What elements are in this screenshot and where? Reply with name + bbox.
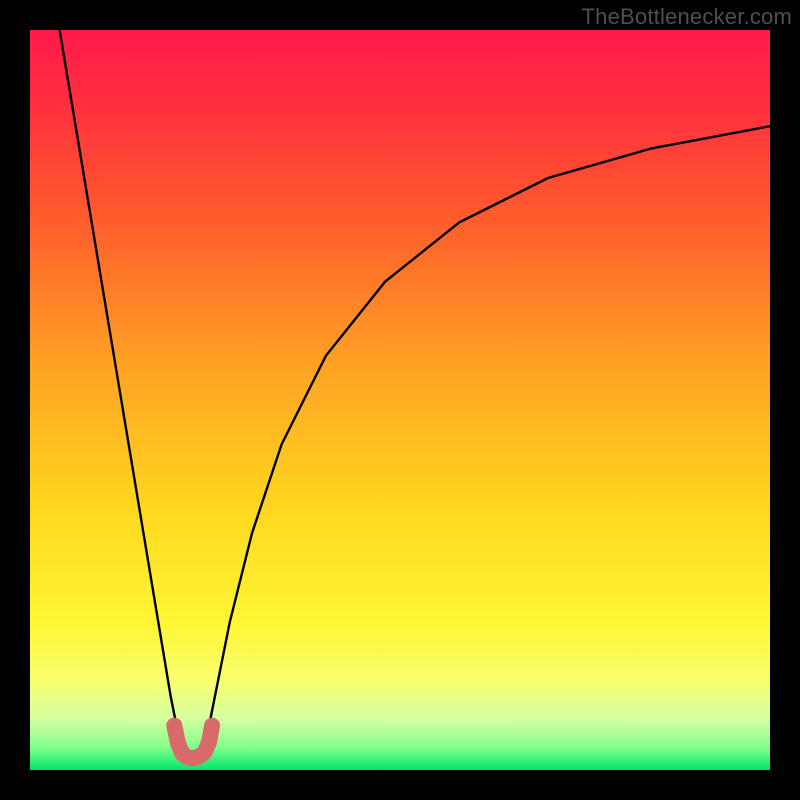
gradient-background — [30, 30, 770, 770]
watermark-text: TheBottlenecker.com — [582, 4, 792, 30]
plot-svg — [30, 30, 770, 770]
plot-area — [30, 30, 770, 770]
chart-frame: TheBottlenecker.com — [0, 0, 800, 800]
